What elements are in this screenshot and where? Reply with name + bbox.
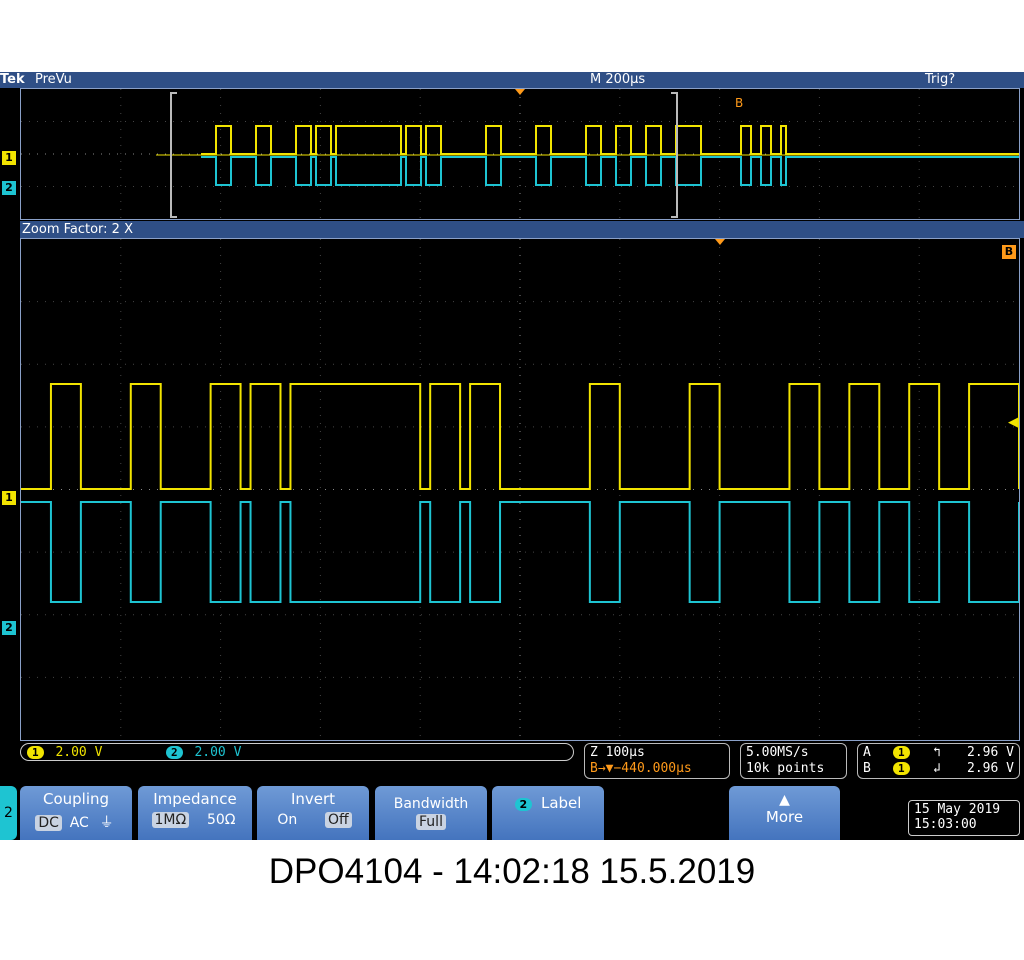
more-button[interactable]: ▲ More	[729, 786, 840, 840]
acquisition-info-box[interactable]: 5.00MS/s 10k points	[740, 743, 847, 779]
trigger-state: Trig?	[925, 72, 956, 87]
trigger-position-icon	[715, 239, 725, 245]
label-channel-badge: 2	[514, 798, 533, 811]
b-trigger-marker: B	[1002, 245, 1016, 259]
status-row: 1 2.00 V 2 2.00 V Z 100µs B→▼−440.000µs …	[0, 742, 1024, 782]
impedance-button[interactable]: Impedance 1MΩ 50Ω	[138, 786, 252, 840]
bandwidth-value: Full	[416, 814, 446, 830]
zoom-info-box[interactable]: Z 100µs B→▼−440.000µs	[584, 743, 730, 779]
channel-scale-box[interactable]: 1 2.00 V 2 2.00 V	[20, 743, 574, 761]
trigger-level-arrow-icon: ◀	[1008, 415, 1018, 430]
coupling-title: Coupling	[42, 790, 110, 808]
ch2-offset-marker-zoom[interactable]: 2	[2, 621, 16, 635]
ch2-scale: 2.00 V	[194, 745, 242, 760]
trigger-a-label: A	[863, 745, 871, 760]
impedance-50ohm[interactable]: 50Ω	[204, 812, 239, 828]
coupling-button[interactable]: Coupling DC AC ⏚	[20, 786, 132, 840]
zoom-position: B→▼−440.000µs	[590, 761, 692, 776]
ch1-offset-marker-zoom[interactable]: 1	[2, 491, 16, 505]
trigger-a-level: 2.96 V	[967, 745, 1014, 760]
main-timebase: M 200µs	[590, 72, 646, 87]
overview-waveform[interactable]: B	[20, 88, 1020, 220]
brand-logo: Tek	[0, 72, 25, 87]
label-button[interactable]: 2 Label	[492, 786, 604, 840]
ch1-badge: 1	[27, 746, 44, 759]
rising-edge-icon: ↰	[933, 745, 941, 760]
ch2-badge: 2	[166, 746, 183, 759]
bottom-menu: 2 Coupling DC AC ⏚ Impedance 1MΩ 50Ω Inv…	[0, 784, 1024, 840]
trigger-b-source: 1	[893, 762, 910, 775]
coupling-ground-icon[interactable]: ⏚	[97, 812, 117, 832]
bandwidth-button[interactable]: Bandwidth Full	[375, 786, 487, 840]
up-arrow-icon: ▲	[779, 792, 790, 808]
oscilloscope-screen: Tek PreVu M 200µs Trig? B 1 2 Zoom Facto…	[0, 72, 1024, 840]
record-length: 10k points	[746, 761, 825, 776]
sample-rate: 5.00MS/s	[746, 745, 809, 760]
top-status-bar: Tek PreVu M 200µs Trig?	[0, 72, 1024, 88]
bandwidth-title: Bandwidth	[393, 796, 469, 812]
ch2-offset-marker[interactable]: 2	[2, 181, 16, 195]
ch1-scale: 2.00 V	[55, 745, 103, 760]
impedance-1mohm[interactable]: 1MΩ	[151, 812, 190, 828]
invert-title: Invert	[290, 790, 336, 808]
time-text: 15:03:00	[914, 817, 977, 832]
date-time-display: 15 May 2019 15:03:00	[908, 800, 1020, 836]
acquisition-mode: PreVu	[35, 72, 72, 87]
zoom-factor-label: Zoom Factor: 2 X	[20, 221, 1024, 238]
invert-button[interactable]: Invert On Off	[257, 786, 369, 840]
image-caption: DPO4104 - 14:02:18 15.5.2019	[268, 852, 756, 891]
overview-trigger-position-icon	[515, 89, 525, 95]
ch1-offset-marker[interactable]: 1	[2, 151, 16, 165]
trigger-a-source: 1	[893, 746, 910, 759]
zoom-waveform[interactable]	[20, 238, 1020, 741]
trigger-b-level: 2.96 V	[967, 761, 1014, 776]
invert-on[interactable]: On	[274, 812, 300, 828]
falling-edge-icon: ↲	[933, 761, 941, 776]
impedance-title: Impedance	[153, 790, 237, 808]
active-channel-tab[interactable]: 2	[0, 786, 17, 840]
ch1-overview-trace	[201, 125, 1019, 155]
overview-b-marker: B	[735, 96, 743, 110]
date-text: 15 May 2019	[914, 802, 1001, 817]
ch2-overview-trace	[201, 156, 1019, 186]
coupling-ac[interactable]: AC	[67, 815, 92, 831]
more-title: More	[765, 808, 804, 826]
label-title: Label	[540, 794, 582, 812]
coupling-dc[interactable]: DC	[35, 815, 62, 831]
trigger-info-box[interactable]: A 1 ↰ 2.96 V B 1 ↲ 2.96 V	[857, 743, 1020, 779]
trigger-b-label: B	[863, 761, 871, 776]
invert-off[interactable]: Off	[325, 812, 352, 828]
zoom-timebase: Z 100µs	[590, 745, 645, 760]
